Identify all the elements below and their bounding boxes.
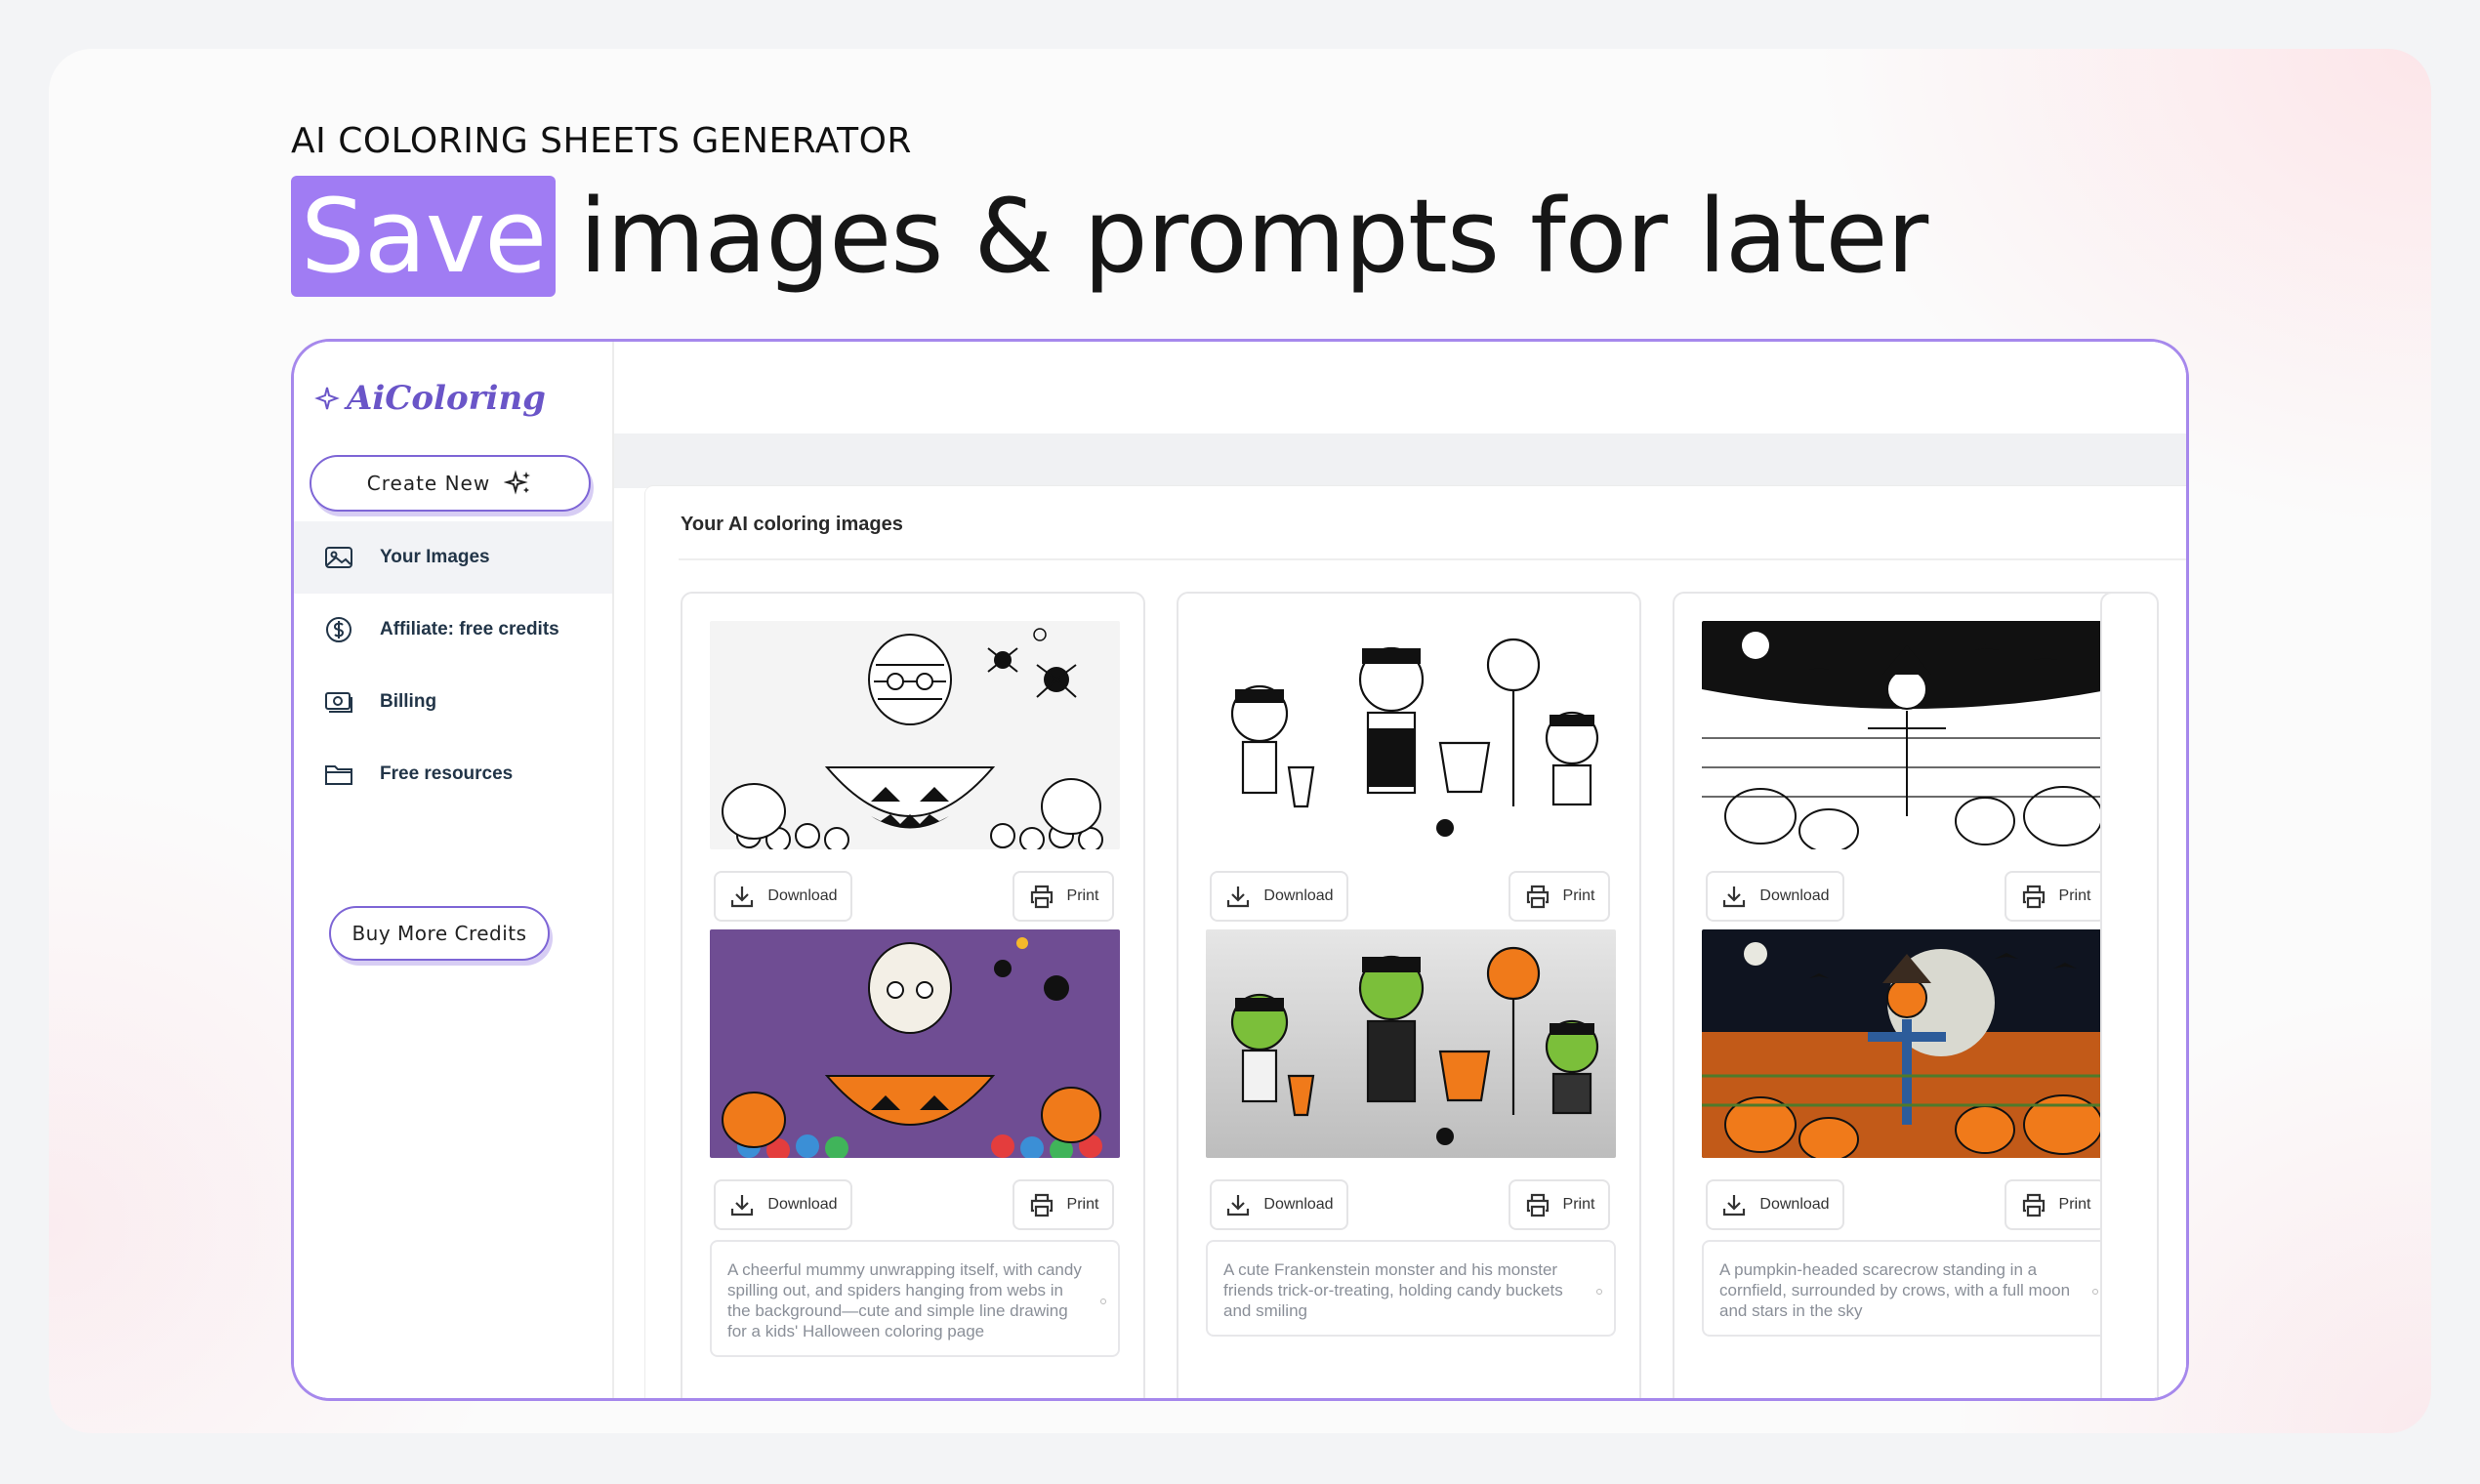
download-button[interactable]: Download <box>1706 1179 1844 1230</box>
print-label: Print <box>1562 887 1595 904</box>
print-button[interactable]: Print <box>1013 871 1114 922</box>
headline-rest: images & prompts for later <box>579 177 1928 296</box>
download-icon <box>731 1195 754 1216</box>
image-actions: Download Print <box>1210 1179 1610 1230</box>
download-label: Download <box>1759 887 1830 904</box>
billing-icon <box>325 692 352 713</box>
folder-icon <box>325 765 352 785</box>
print-button[interactable]: Print <box>1013 1179 1114 1230</box>
divider <box>679 558 2186 560</box>
image-icon <box>325 547 352 568</box>
download-icon <box>1227 1195 1250 1216</box>
printer-icon <box>2022 1193 2045 1217</box>
app-logo[interactable]: AiColoring <box>313 379 546 418</box>
create-new-button[interactable]: Create New <box>310 455 591 512</box>
printer-icon <box>1030 1193 1053 1217</box>
print-label: Print <box>2058 1196 2091 1213</box>
image-actions: Download Print <box>714 1179 1114 1230</box>
printer-icon <box>1030 885 1053 909</box>
print-button[interactable]: Print <box>1509 871 1610 922</box>
sidebar-item-billing[interactable]: Billing <box>294 666 612 738</box>
prompt-text-content: A pumpkin-headed scarecrow standing in a… <box>1719 1260 2071 1320</box>
printer-icon <box>1526 885 1549 909</box>
download-icon <box>731 886 754 908</box>
prompt-text-content: A cheerful mummy unwrapping itself, with… <box>727 1260 1082 1340</box>
sidebar-item-free-resources[interactable]: Free resources <box>294 738 612 810</box>
download-label: Download <box>1759 1196 1830 1213</box>
resize-handle-icon <box>1596 1288 1602 1295</box>
top-bar <box>614 342 2186 433</box>
print-button[interactable]: Print <box>2005 1179 2106 1230</box>
coloring-image[interactable] <box>710 621 1120 849</box>
headline: Save images & prompts for later <box>291 176 1928 297</box>
image-card: Download Print <box>1177 592 1641 1398</box>
download-icon <box>1227 886 1250 908</box>
print-label: Print <box>1562 1196 1595 1213</box>
headline-highlight: Save <box>291 176 557 297</box>
sidebar-nav: Your Images Affiliate: free credits Bill… <box>294 521 612 810</box>
download-button[interactable]: Download <box>1210 871 1348 922</box>
colored-image[interactable] <box>1206 929 1616 1158</box>
buy-more-credits-button[interactable]: Buy More Credits <box>329 906 550 961</box>
print-label: Print <box>1066 1196 1099 1213</box>
sidebar: AiColoring Create New Your Images Affili… <box>294 342 614 1398</box>
sidebar-item-label: Free resources <box>380 763 514 784</box>
image-actions: Download Print <box>714 871 1114 922</box>
sidebar-item-affiliate[interactable]: Affiliate: free credits <box>294 594 612 666</box>
image-card-partial <box>2100 592 2159 1398</box>
panel-title: Your AI coloring images <box>681 514 903 535</box>
download-button[interactable]: Download <box>1210 1179 1348 1230</box>
printer-icon <box>2022 885 2045 909</box>
prompt-text[interactable]: A cheerful mummy unwrapping itself, with… <box>710 1240 1120 1357</box>
coloring-image[interactable] <box>1206 621 1616 849</box>
colored-image[interactable] <box>710 929 1120 1158</box>
download-label: Download <box>1263 1196 1334 1213</box>
colored-image[interactable] <box>1702 929 2112 1158</box>
sparkle-icon <box>314 387 340 410</box>
resize-handle-icon <box>2092 1288 2098 1295</box>
download-button[interactable]: Download <box>714 1179 852 1230</box>
main-content: Your AI coloring images Download Print D… <box>614 342 2186 1398</box>
dollar-circle-icon <box>326 617 351 642</box>
print-button[interactable]: Print <box>1509 1179 1610 1230</box>
app-window: AiColoring Create New Your Images Affili… <box>291 339 2189 1401</box>
sidebar-item-label: Affiliate: free credits <box>380 619 559 639</box>
download-label: Download <box>767 1196 838 1213</box>
download-label: Download <box>1263 887 1334 904</box>
resize-handle-icon <box>1100 1298 1106 1304</box>
sparkles-icon <box>504 470 531 495</box>
prompt-text[interactable]: A pumpkin-headed scarecrow standing in a… <box>1702 1240 2112 1337</box>
create-new-label: Create New <box>366 472 491 495</box>
printer-icon <box>1526 1193 1549 1217</box>
print-label: Print <box>1066 887 1099 904</box>
download-button[interactable]: Download <box>714 871 852 922</box>
image-actions: Download Print <box>1706 1179 2106 1230</box>
image-actions: Download Print <box>1210 871 1610 922</box>
eyebrow-title: AI COLORING SHEETS GENERATOR <box>291 121 912 161</box>
download-icon <box>1723 1195 1746 1216</box>
print-button[interactable]: Print <box>2005 871 2106 922</box>
image-card: Download Print <box>1673 592 2137 1398</box>
logo-text: AiColoring <box>347 379 546 418</box>
prompt-text-content: A cute Frankenstein monster and his mons… <box>1223 1260 1563 1320</box>
download-icon <box>1723 886 1746 908</box>
download-button[interactable]: Download <box>1706 871 1844 922</box>
coloring-image[interactable] <box>1702 621 2112 849</box>
image-actions: Download Print <box>1706 871 2106 922</box>
prompt-text[interactable]: A cute Frankenstein monster and his mons… <box>1206 1240 1616 1337</box>
download-label: Download <box>767 887 838 904</box>
gray-bar <box>614 433 2186 488</box>
print-label: Print <box>2058 887 2091 904</box>
sidebar-item-label: Your Images <box>380 547 490 567</box>
image-card: Download Print <box>681 592 1145 1398</box>
sidebar-item-label: Billing <box>380 691 437 712</box>
sidebar-item-your-images[interactable]: Your Images <box>294 521 612 594</box>
